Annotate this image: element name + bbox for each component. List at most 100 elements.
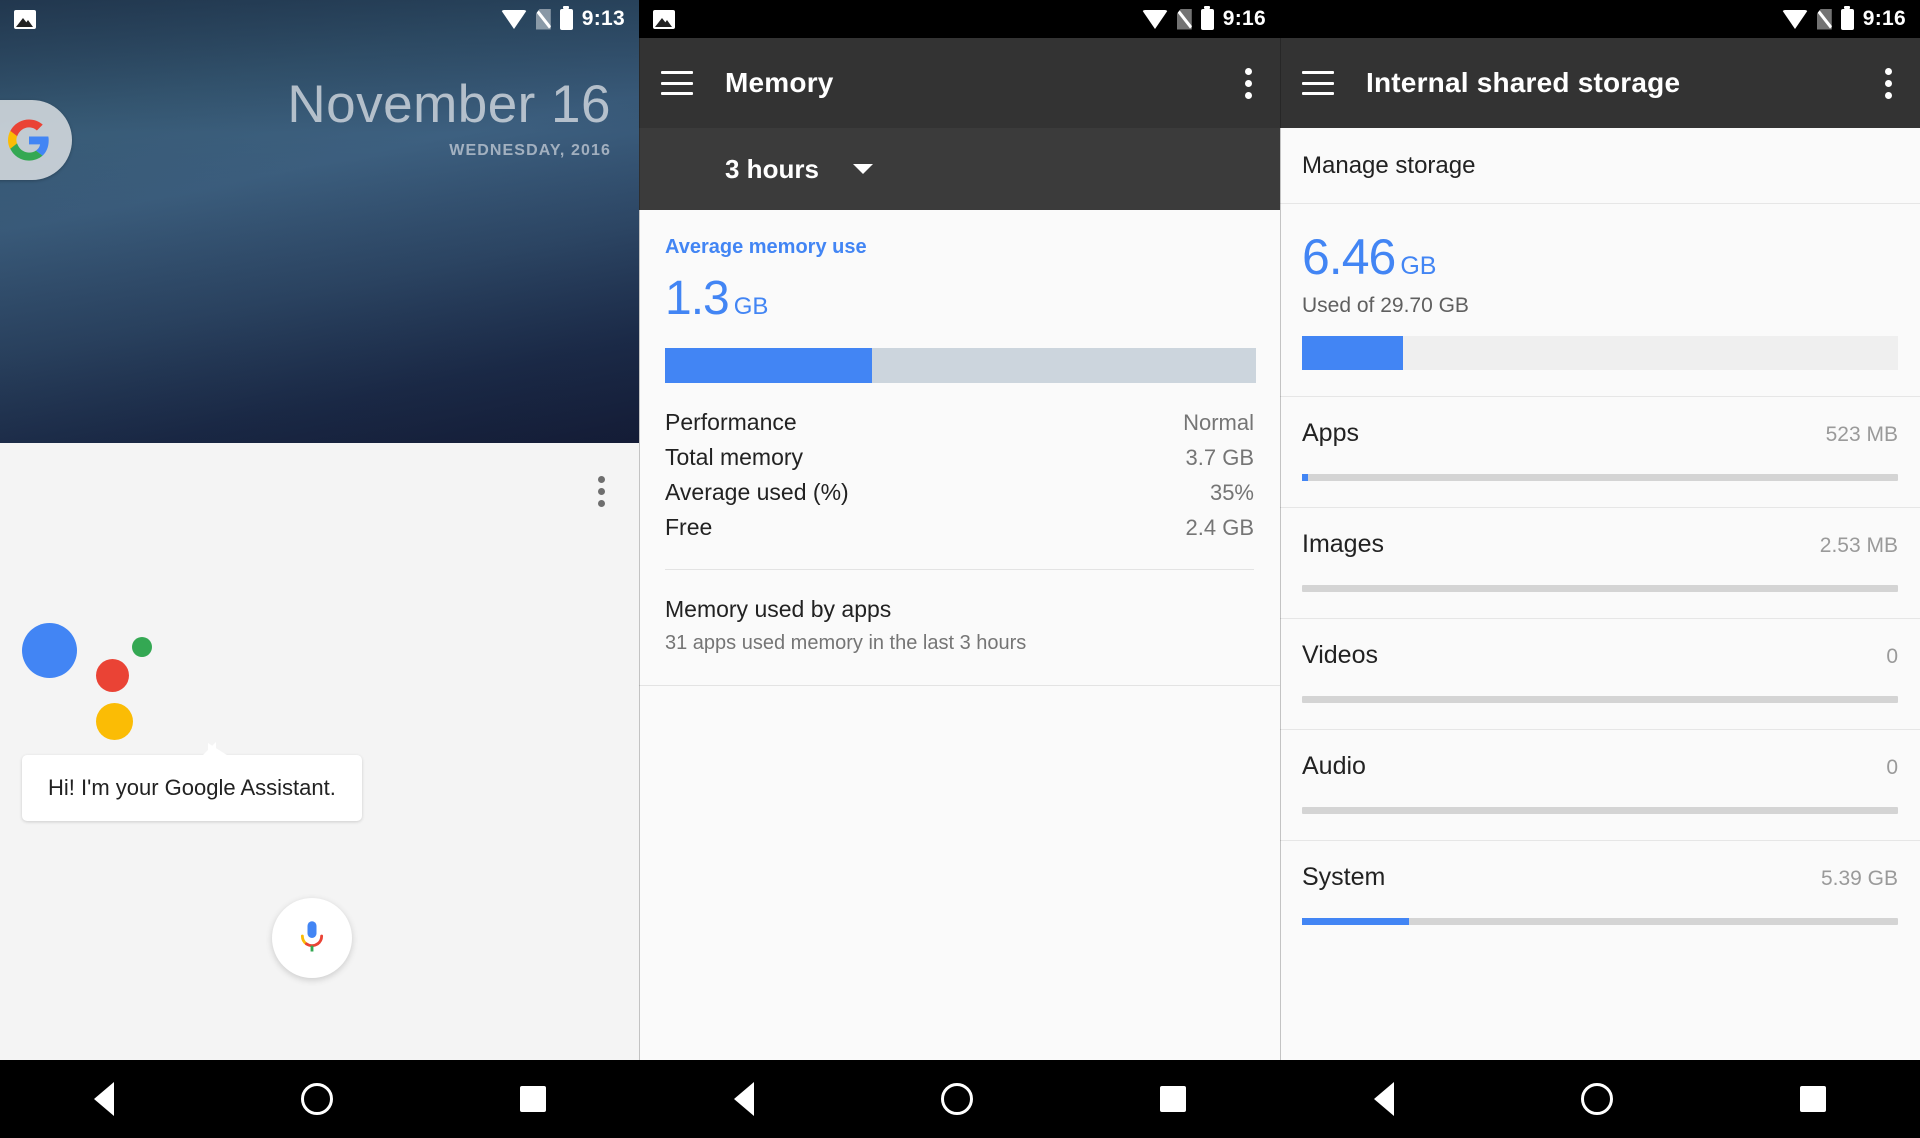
time-range-spinner[interactable]: 3 hours: [639, 128, 1280, 210]
memory-stats-list: Performance Normal Total memory 3.7 GB Avera…: [665, 405, 1254, 545]
wifi-icon: [1781, 9, 1808, 29]
overflow-menu-icon[interactable]: [1879, 62, 1898, 105]
battery-icon: [1840, 5, 1854, 30]
manage-storage-label: Manage storage: [1302, 151, 1476, 179]
storage-summary: 6.46 GB Used of 29.70 GB: [1280, 204, 1920, 370]
wallpaper-shade: [0, 0, 639, 443]
storage-category-row[interactable]: Audio 0: [1280, 729, 1920, 840]
overflow-menu-icon[interactable]: [1239, 62, 1258, 105]
memory-stat-label: Average used (%): [665, 479, 849, 505]
dot: [598, 476, 605, 483]
page-title: Memory: [725, 67, 834, 98]
storage-value-number: 6.46: [1302, 229, 1396, 285]
panel-divider-2: [1280, 0, 1281, 1138]
assistant-dot-blue: [22, 623, 77, 678]
memory-value-unit: GB: [733, 293, 769, 320]
photo-icon: [14, 9, 36, 29]
assistant-logo-icon: [22, 615, 152, 740]
status-bar-right-2: 9:16: [1141, 5, 1266, 31]
chevron-down-icon: [852, 164, 873, 174]
photo-icon: [653, 9, 675, 29]
status-bar-left-1: [14, 9, 36, 29]
memory-stat-value: 2.4 GB: [1185, 515, 1254, 540]
storage-category-bar: [1302, 807, 1898, 814]
storage-category-row[interactable]: System 5.39 GB: [1280, 840, 1920, 951]
recents-button[interactable]: [1800, 1086, 1827, 1112]
storage-category-label: Videos: [1302, 641, 1378, 669]
status-time-2: 9:16: [1222, 7, 1266, 30]
memory-value-number: 1.3: [665, 272, 730, 325]
memory-stat-value: 35%: [1209, 480, 1254, 505]
status-time-1: 9:13: [581, 7, 625, 30]
average-memory-value: 1.3 GB: [665, 271, 1254, 326]
bubble-tail: [208, 743, 230, 757]
overflow-menu-icon[interactable]: [598, 476, 605, 507]
memory-stat-row: Total memory 3.7 GB: [665, 440, 1254, 475]
battery-icon: [1200, 5, 1214, 30]
storage-used-value: 6.46 GB: [1302, 228, 1898, 286]
back-button[interactable]: [1373, 1082, 1394, 1116]
memory-apps-subtitle: 31 apps used memory in the last 3 hours: [665, 632, 1027, 654]
status-bar-2: 9:16: [639, 0, 1280, 38]
home-button[interactable]: [940, 1083, 973, 1115]
hamburger-icon[interactable]: [1302, 71, 1334, 95]
status-bar-1: 9:13: [0, 0, 639, 38]
storage-category-bar-fill: [1302, 474, 1308, 481]
mic-icon: [300, 921, 324, 952]
status-bar-3: 9:16: [1280, 0, 1920, 38]
date-widget[interactable]: November 16 WEDNESDAY, 2016: [287, 78, 611, 160]
panel-storage: 9:16 Internal shared storage Manage stor…: [1280, 0, 1920, 1138]
storage-usage-bar: [1302, 336, 1898, 370]
memory-apps-title: Memory used by apps: [665, 596, 892, 622]
manage-storage-row[interactable]: Manage storage: [1280, 128, 1920, 204]
page-title: Internal shared storage: [1366, 67, 1681, 98]
wifi-icon: [500, 9, 527, 29]
storage-category-row[interactable]: Videos 0: [1280, 618, 1920, 729]
storage-value-unit: GB: [1400, 252, 1437, 280]
home-button[interactable]: [300, 1083, 333, 1115]
app-bar-memory: Memory: [639, 38, 1280, 128]
average-memory-use-label: Average memory use: [665, 236, 867, 258]
storage-usage-bar-fill: [1302, 336, 1404, 370]
storage-category-header: Videos 0: [1302, 641, 1898, 670]
memory-stat-label: Total memory: [665, 444, 804, 470]
status-bar-right-1: 9:13: [500, 5, 625, 31]
storage-category-bar: [1302, 474, 1898, 481]
memory-stat-row: Performance Normal: [665, 405, 1254, 440]
storage-category-row[interactable]: Images 2.53 MB: [1280, 507, 1920, 618]
storage-category-header: Audio 0: [1302, 752, 1898, 781]
panel-home-assistant: 9:13 November 16 WEDNESDAY, 2016 Hi! I'm…: [0, 0, 639, 1138]
storage-category-row[interactable]: Apps 523 MB: [1280, 396, 1920, 507]
memory-usage-bar: [665, 348, 1256, 383]
memory-stat-value: Normal: [1183, 410, 1254, 435]
memory-stat-label: Performance: [665, 409, 797, 435]
dot: [598, 488, 605, 495]
memory-used-by-apps-row[interactable]: Memory used by apps 31 apps used memory …: [639, 570, 1280, 685]
storage-category-value: 0: [1886, 645, 1898, 668]
memory-usage-bar-fill: [665, 348, 872, 383]
storage-category-header: System 5.39 GB: [1302, 863, 1898, 892]
assistant-sheet: Hi! I'm your Google Assistant.: [0, 443, 639, 1138]
nav-group-2: [640, 1060, 1280, 1138]
battery-icon: [559, 5, 573, 30]
back-button[interactable]: [93, 1082, 114, 1116]
storage-category-value: 0: [1886, 756, 1898, 779]
status-bar-right-3: 9:16: [1781, 5, 1906, 31]
no-sim-icon: [535, 8, 551, 30]
date-subline: WEDNESDAY, 2016: [449, 142, 611, 159]
recents-button[interactable]: [1160, 1086, 1187, 1112]
storage-category-bar: [1302, 696, 1898, 703]
storage-category-label: Audio: [1302, 752, 1366, 780]
no-sim-icon: [1176, 8, 1192, 30]
storage-category-bar-fill: [1302, 918, 1410, 925]
back-button[interactable]: [733, 1082, 754, 1116]
storage-category-bar: [1302, 918, 1898, 925]
memory-stat-value: 3.7 GB: [1185, 445, 1254, 470]
home-button[interactable]: [1580, 1083, 1613, 1115]
divider: [639, 685, 1280, 686]
recents-button[interactable]: [520, 1086, 547, 1112]
mic-button[interactable]: [272, 898, 352, 978]
hamburger-icon[interactable]: [661, 71, 693, 95]
google-logo-icon: [8, 119, 49, 161]
system-navigation-bar: [0, 1060, 1920, 1138]
